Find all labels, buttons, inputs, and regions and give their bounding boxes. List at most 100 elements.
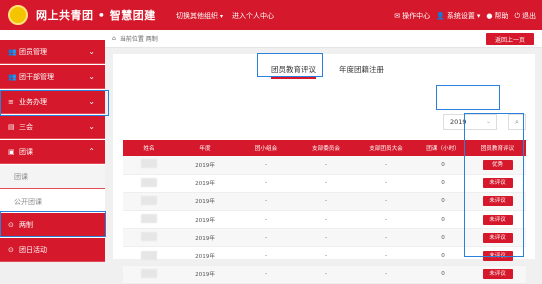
top-bar: 网上共青团 • 智慧团建 切换其他组织 ▾ 进入个人中心 ✉ 操作中心 👤 系统设… (0, 0, 542, 30)
redacted-name (141, 195, 157, 205)
cell-committee: - (297, 156, 355, 175)
year-select[interactable]: 2019 ⌄ (443, 114, 497, 130)
chevron-down-icon: ⌄ (88, 97, 95, 106)
cell-committee: - (297, 246, 355, 266)
evaluation-button[interactable]: 未评议 (482, 214, 513, 225)
operation-center-link[interactable]: ✉ 操作中心 (394, 11, 430, 21)
logout-link[interactable]: ⏻ 退出 (514, 11, 536, 21)
chevron-down-icon: ⌄ (485, 118, 491, 125)
cell-evaluation: 未评议 (469, 265, 526, 284)
switch-org-label: 切换其他组织 (176, 12, 218, 20)
cell-assembly: - (355, 174, 417, 193)
circle-dot-icon: ⊙ (8, 220, 14, 229)
header-class-hours: 团课（小时） (417, 140, 469, 156)
help-link[interactable]: ● 帮助 (486, 11, 508, 21)
breadcrumb-text: 当前位置 两制 (119, 36, 158, 43)
redacted-name (141, 250, 157, 260)
cell-committee: - (297, 265, 355, 284)
cell-year: 2019年 (175, 246, 235, 266)
header-committee: 支部委员会 (297, 140, 355, 156)
sidebar-subitem-public-class[interactable]: 公开团课 (0, 190, 105, 214)
chevron-down-icon: ⌄ (88, 72, 95, 81)
cell-year: 2019年 (175, 192, 235, 212)
cell-class-hours: 0 (417, 265, 469, 284)
redacted-name (141, 268, 157, 278)
member-icon: 👥 (8, 47, 17, 56)
cell-name (123, 210, 175, 230)
cell-group-meeting: - (235, 265, 297, 284)
evaluation-button[interactable]: 优秀 (482, 159, 513, 170)
table-row: 2019年 - - -0 未评议 (123, 228, 526, 248)
personal-center-link[interactable]: 进入个人中心 (232, 11, 274, 21)
table-row: 2019年 - - -0 未评议 (123, 192, 526, 212)
cell-group-meeting: - (235, 156, 297, 175)
main-content: ⌂ 当前位置 两制 返回上一页 团员教育评议 年度团籍注册 2019 ⌄ ⌕ 姓… (105, 30, 542, 284)
cell-committee: - (297, 210, 355, 230)
cell-group-meeting: - (235, 210, 297, 230)
cell-assembly: - (355, 210, 417, 230)
table-row: 2019年 - - -0 未评议 (123, 210, 526, 230)
cell-year: 2019年 (175, 210, 235, 230)
sidebar: 👥 团员管理 ⌄ 👥 团干部管理 ⌄ ≡ 业务办理 ⌄ ▤ 三会 ⌄ ▣ 团课 ⌃ 团课 公开团课 … (0, 30, 105, 262)
cell-group-meeting: - (235, 174, 297, 193)
sidebar-item-league-day[interactable]: ⊙ 团日活动 (0, 238, 105, 262)
sidebar-item-three-meetings[interactable]: ▤ 三会 ⌄ (0, 115, 105, 139)
cell-class-hours: 0 (417, 228, 469, 248)
cell-group-meeting: - (235, 192, 297, 212)
cell-class-hours: 0 (417, 210, 469, 230)
redacted-name (141, 159, 157, 169)
cell-assembly: - (355, 246, 417, 266)
header-group-meeting: 团小组会 (235, 140, 297, 156)
cell-class-hours: 0 (417, 192, 469, 212)
top-right-menu: ✉ 操作中心 👤 系统设置 ▾ ● 帮助 ⏻ 退出 (394, 11, 536, 21)
sidebar-item-two-systems[interactable]: ⊙ 两制 (0, 213, 105, 237)
cell-year: 2019年 (175, 156, 235, 175)
sidebar-item-member-management[interactable]: 👥 团员管理 ⌄ (0, 40, 105, 64)
evaluation-button[interactable]: 未评议 (482, 196, 513, 207)
redacted-name (141, 177, 157, 187)
evaluation-button[interactable]: 未评议 (482, 269, 513, 280)
cell-name (123, 265, 175, 284)
sidebar-item-league-class[interactable]: ▣ 团课 ⌃ (0, 140, 105, 164)
evaluation-button[interactable]: 未评议 (482, 251, 513, 262)
evaluation-button[interactable]: 未评议 (482, 178, 513, 189)
cell-assembly: - (355, 192, 417, 212)
header-year: 年度 (175, 140, 235, 156)
year-select-value: 2019 (450, 118, 467, 126)
cell-name (123, 228, 175, 248)
table-row: 2019年 - - -0 优秀 (123, 156, 526, 175)
chevron-up-icon: ⌃ (88, 147, 95, 156)
home-icon: ⌂ (112, 35, 116, 42)
table-row: 2019年 - - -0 未评议 (123, 246, 526, 266)
cell-name (123, 156, 175, 175)
tab-member-evaluation[interactable]: 团员教育评议 (271, 64, 316, 79)
sidebar-item-business[interactable]: ≡ 业务办理 ⌄ (0, 90, 105, 114)
switch-org-menu[interactable]: 切换其他组织 ▾ (176, 11, 223, 21)
tab-annual-registration[interactable]: 年度团籍注册 (339, 64, 384, 75)
meeting-icon: ▤ (8, 122, 15, 131)
back-button[interactable]: 返回上一页 (486, 33, 534, 45)
cell-committee: - (297, 174, 355, 193)
cell-committee: - (297, 228, 355, 248)
sidebar-item-cadre-management[interactable]: 👥 团干部管理 ⌄ (0, 65, 105, 89)
system-settings-link[interactable]: 👤 系统设置 ▾ (436, 11, 480, 21)
cell-class-hours: 0 (417, 246, 469, 266)
header-name: 姓名 (123, 140, 175, 156)
chevron-down-icon: ▾ (220, 13, 224, 20)
cell-name (123, 174, 175, 193)
cell-class-hours: 0 (417, 174, 469, 193)
header-evaluation: 团员教育评议 (469, 140, 526, 156)
cadre-icon: 👥 (8, 72, 17, 81)
cell-assembly: - (355, 228, 417, 248)
search-icon: ⌕ (515, 117, 519, 126)
cell-assembly: - (355, 265, 417, 284)
evaluation-button[interactable]: 未评议 (482, 232, 513, 243)
search-button[interactable]: ⌕ (508, 114, 526, 130)
cell-year: 2019年 (175, 265, 235, 284)
cell-evaluation: 未评议 (469, 228, 526, 248)
cell-year: 2019年 (175, 174, 235, 193)
chevron-down-icon: ⌄ (88, 122, 95, 131)
sidebar-subitem-league-class[interactable]: 团课 (0, 165, 105, 189)
cell-evaluation: 未评议 (469, 192, 526, 212)
evaluation-table: 姓名 年度 团小组会 支部委员会 支部团员大会 团课（小时） 团员教育评议 20… (123, 140, 526, 284)
